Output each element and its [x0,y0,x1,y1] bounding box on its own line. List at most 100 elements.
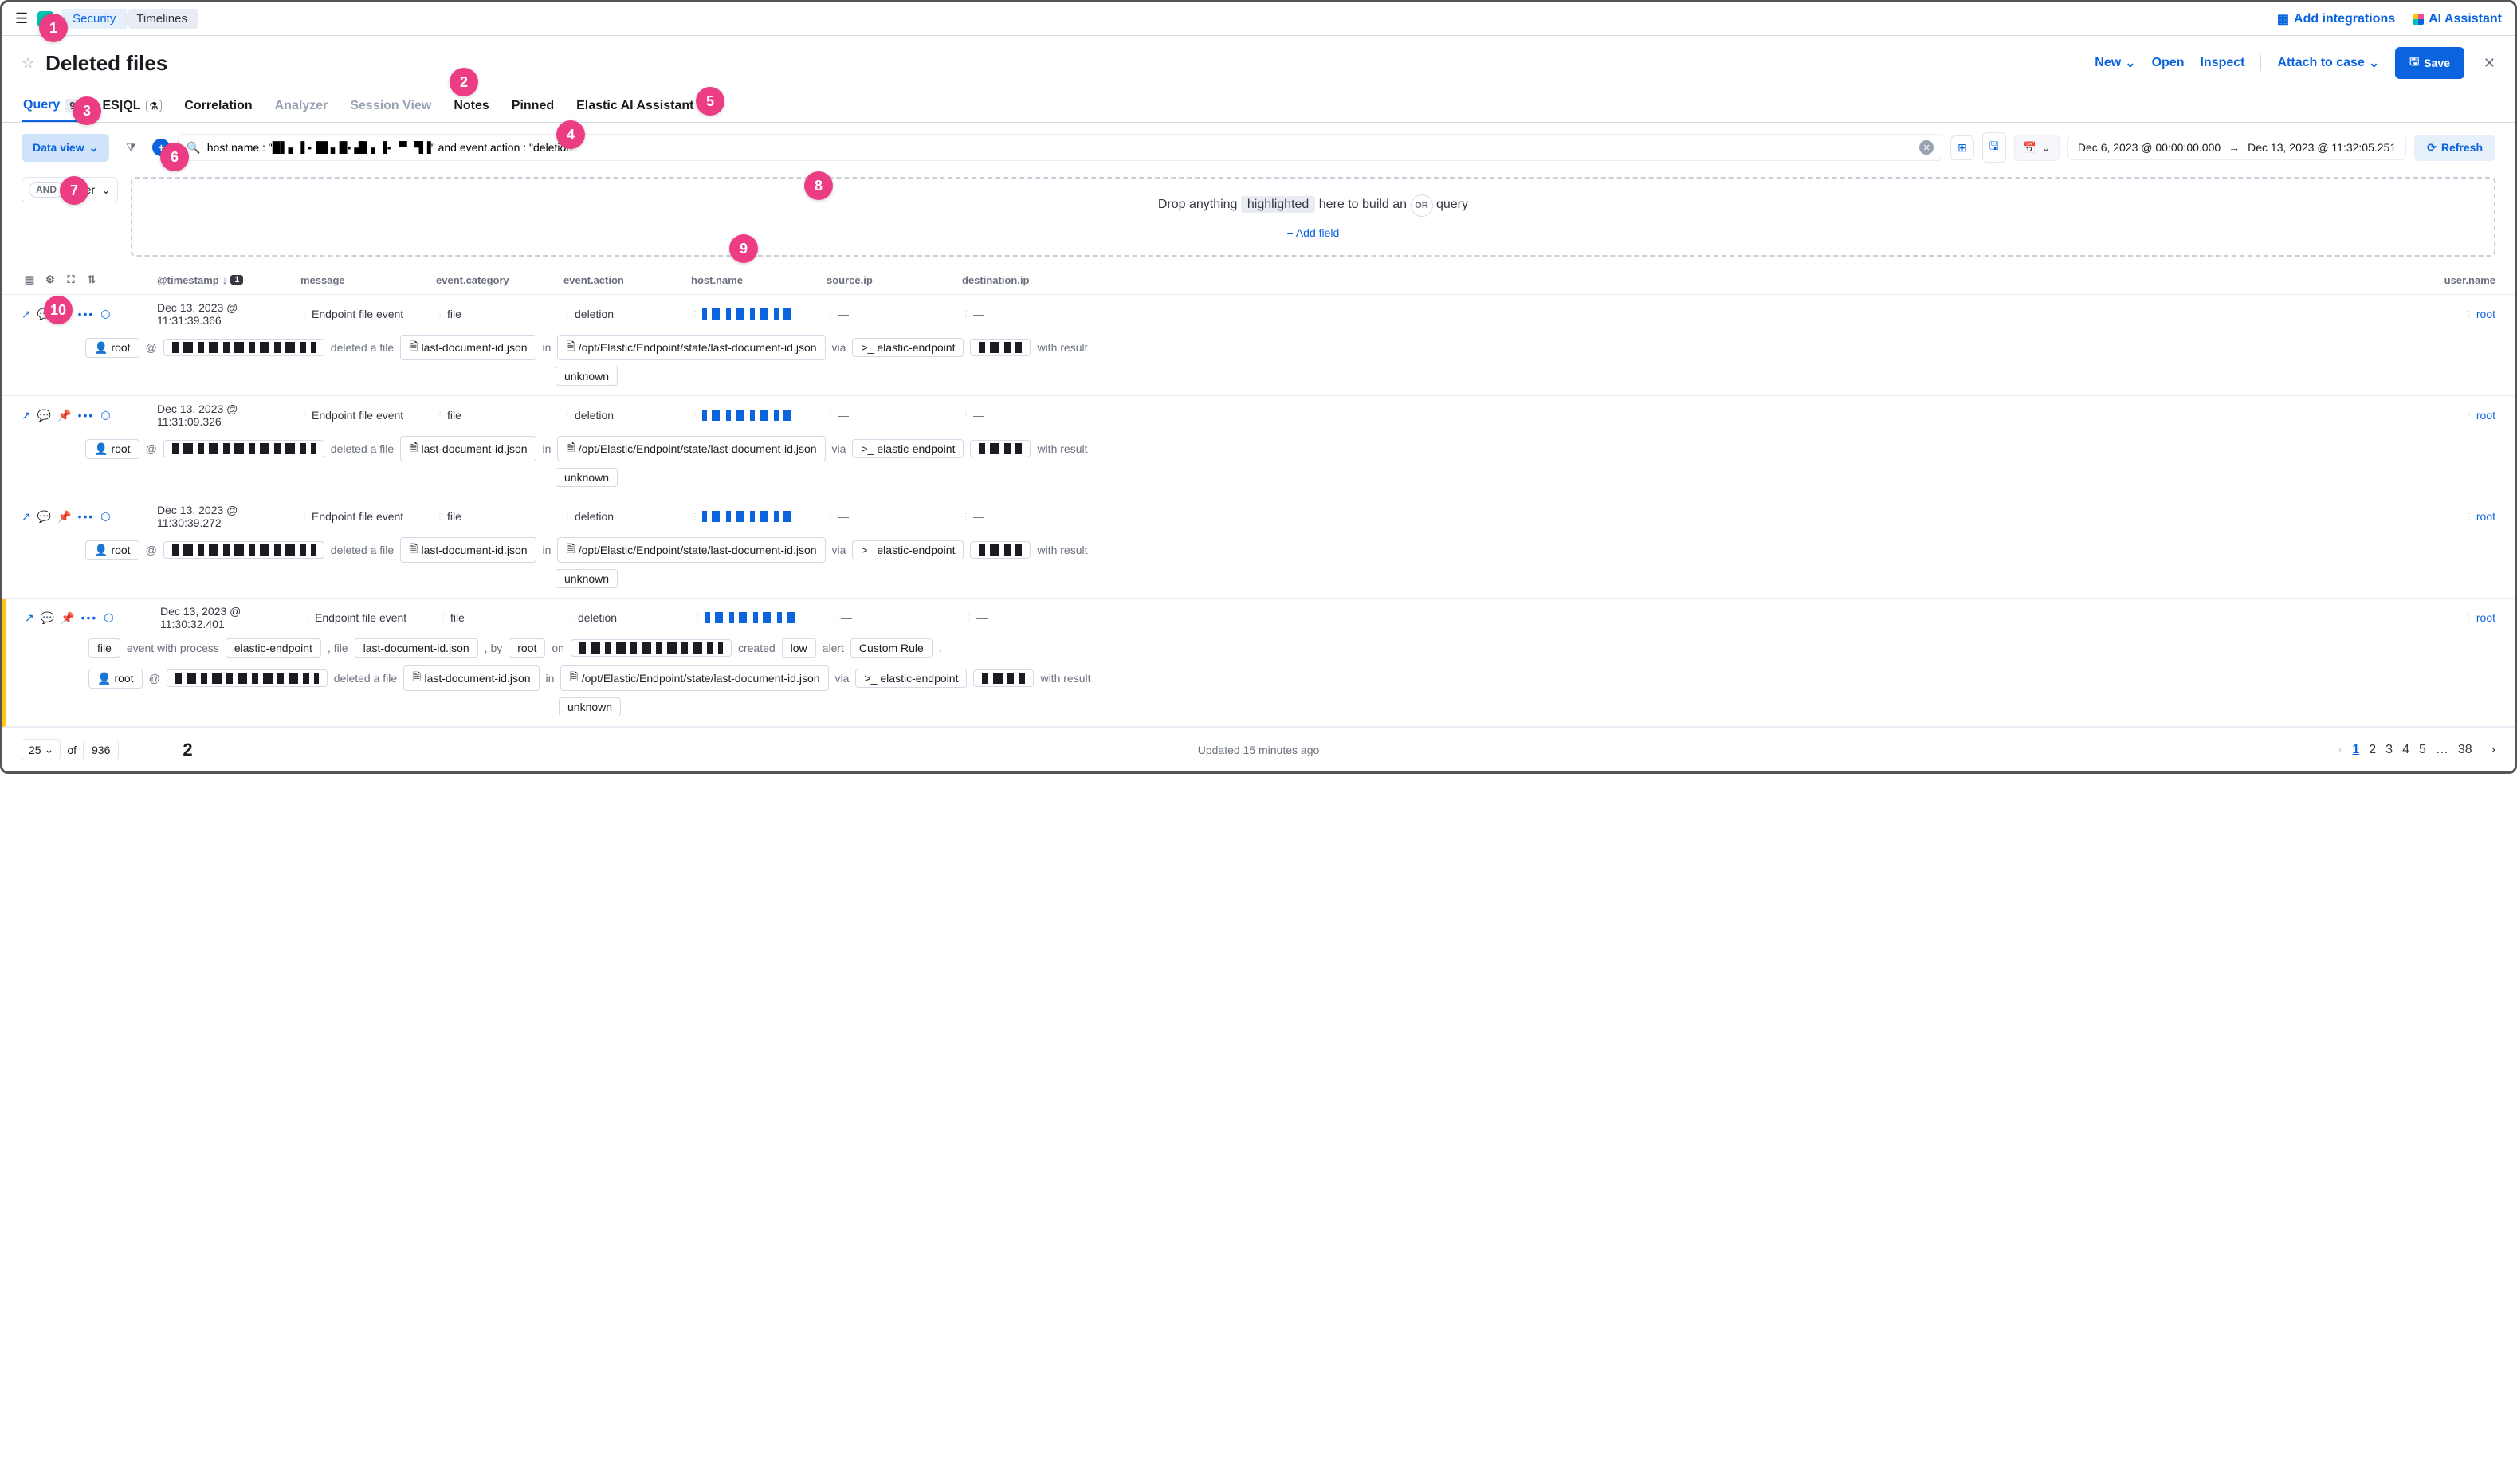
token-user[interactable]: root [509,638,545,658]
token-process[interactable]: >_elastic-endpoint [852,338,964,357]
filter-icon[interactable]: ⧩ [117,134,144,161]
col-host-name[interactable]: host.name [691,274,827,286]
token-hash[interactable] [970,440,1031,457]
prev-page-icon[interactable]: ‹ [2338,743,2342,757]
token-hash[interactable] [970,339,1031,356]
token-result[interactable]: unknown [556,468,618,487]
tab-pinned[interactable]: Pinned [510,91,556,121]
add-integrations-link[interactable]: ▦ Add integrations [2277,11,2395,27]
page-number[interactable]: 2 [2369,743,2376,756]
col-source-ip[interactable]: source.ip [827,274,962,286]
token-process[interactable]: >_elastic-endpoint [852,439,964,458]
token-user[interactable]: 👤root [85,439,139,459]
expand-icon[interactable]: ↗ [22,308,31,321]
page-size-selector[interactable]: 25⌄ [22,739,61,760]
expand-icon[interactable]: ↗ [22,409,31,422]
more-actions-icon[interactable]: ••• [78,510,95,524]
token-user[interactable]: 👤root [85,540,139,560]
sort-icon[interactable]: ⇅ [84,272,100,288]
token-result[interactable]: unknown [556,367,618,386]
token-path[interactable]: 🗎/opt/Elastic/Endpoint/state/last-docume… [557,537,825,563]
token-file[interactable]: 🗎last-document-id.json [400,335,536,360]
token-user[interactable]: 👤root [88,669,143,689]
cell-host[interactable]: ⋮ [691,511,827,522]
cell-user[interactable]: ⋮root [2432,409,2495,422]
breadcrumb-timelines[interactable]: Timelines [122,9,198,29]
token-result[interactable]: unknown [559,697,621,716]
page-number[interactable]: 4 [2402,743,2409,756]
cell-host[interactable]: ⋮ [694,612,830,623]
kql-search-input[interactable]: 🔍 ✕ [178,134,1942,161]
cell-host[interactable]: ⋮ [691,410,827,421]
token-result[interactable]: unknown [556,569,618,588]
query-input[interactable] [207,141,1913,154]
page-number[interactable]: 38 [2458,743,2472,756]
token-process[interactable]: >_elastic-endpoint [852,540,964,559]
col-message[interactable]: message [300,274,436,286]
new-button[interactable]: New⌄ [2095,55,2135,71]
token-file[interactable]: 🗎last-document-id.json [400,537,536,563]
token-hash[interactable] [973,669,1034,687]
nav-toggle-icon[interactable]: ☰ [15,10,28,27]
token-severity[interactable]: low [782,638,816,658]
page-number[interactable]: 5 [2419,743,2426,756]
token-host[interactable] [163,440,324,457]
token-process[interactable]: elastic-endpoint [226,638,321,658]
token-file[interactable]: 🗎last-document-id.json [400,436,536,461]
saved-query-icon[interactable]: 🖫 [1982,132,2006,163]
analyzer-cube-icon[interactable]: ⬡ [100,308,110,321]
more-actions-icon[interactable]: ••• [78,308,95,321]
favorite-star-icon[interactable]: ☆ [22,55,34,72]
add-field-link[interactable]: + Add field [1287,226,1340,239]
settings-gear-icon[interactable]: ⚙ [42,272,58,288]
tab-ai-assistant[interactable]: Elastic AI Assistant [575,91,695,121]
breadcrumb-security[interactable]: Security [61,9,127,29]
notes-icon[interactable]: 💬 [37,409,51,422]
notes-icon[interactable]: 💬 [41,611,54,625]
cell-user[interactable]: ⋮root [2432,308,2495,320]
token-process[interactable]: >_elastic-endpoint [855,669,967,688]
clear-query-icon[interactable]: ✕ [1919,140,1934,155]
token-hash[interactable] [970,541,1031,559]
more-actions-icon[interactable]: ••• [78,409,95,422]
token-path[interactable]: 🗎/opt/Elastic/Endpoint/state/last-docume… [557,436,825,461]
date-range-display[interactable]: Dec 6, 2023 @ 00:00:00.000 → Dec 13, 202… [2067,135,2406,160]
col-user-name[interactable]: user.name [2432,274,2495,286]
attach-to-case-button[interactable]: Attach to case⌄ [2277,55,2379,71]
date-quick-select[interactable]: 📅⌄ [2014,135,2060,161]
query-drop-zone[interactable]: Drop anything highlighted here to build … [131,177,2495,257]
token-rule[interactable]: Custom Rule [850,638,933,658]
col-event-action[interactable]: event.action [563,274,691,286]
token-host[interactable] [163,541,324,559]
token-file-category[interactable]: file [88,638,120,658]
tab-correlation[interactable]: Correlation [183,91,253,121]
token-path[interactable]: 🗎/opt/Elastic/Endpoint/state/last-docume… [557,335,825,360]
save-button[interactable]: 🖫Save [2395,47,2464,79]
cell-user[interactable]: ⋮root [2432,611,2495,624]
pin-icon[interactable]: 📌 [61,611,74,625]
more-actions-icon[interactable]: ••• [81,611,98,625]
col-event-category[interactable]: event.category [436,274,563,286]
tab-esql[interactable]: ES|QL⚗ [100,91,163,121]
data-view-selector[interactable]: Data view⌄ [22,134,109,162]
open-button[interactable]: Open [2152,56,2185,70]
analyzer-cube-icon[interactable]: ⬡ [100,510,110,524]
col-destination-ip[interactable]: destination.ip [962,274,1098,286]
token-filename[interactable]: last-document-id.json [355,638,478,658]
query-assist-icon[interactable]: ⊞ [1950,135,1974,160]
page-number[interactable]: 3 [2385,743,2393,756]
expand-icon[interactable]: ↗ [22,510,31,524]
notes-icon[interactable]: 💬 [37,510,51,524]
analyzer-cube-icon[interactable]: ⬡ [104,611,113,625]
next-page-icon[interactable]: › [2491,743,2495,757]
inspect-button[interactable]: Inspect [2200,56,2244,70]
col-timestamp[interactable]: @timestamp ↓ 1 [157,274,300,286]
page-number[interactable]: 1 [2352,743,2359,756]
token-host[interactable] [571,639,732,657]
refresh-button[interactable]: ⟳Refresh [2414,135,2495,161]
token-file[interactable]: 🗎last-document-id.json [403,665,539,691]
fullscreen-icon[interactable]: ⛶ [63,272,79,288]
columns-icon[interactable]: ▤ [22,272,37,288]
token-user[interactable]: 👤root [85,338,139,358]
token-path[interactable]: 🗎/opt/Elastic/Endpoint/state/last-docume… [560,665,828,691]
